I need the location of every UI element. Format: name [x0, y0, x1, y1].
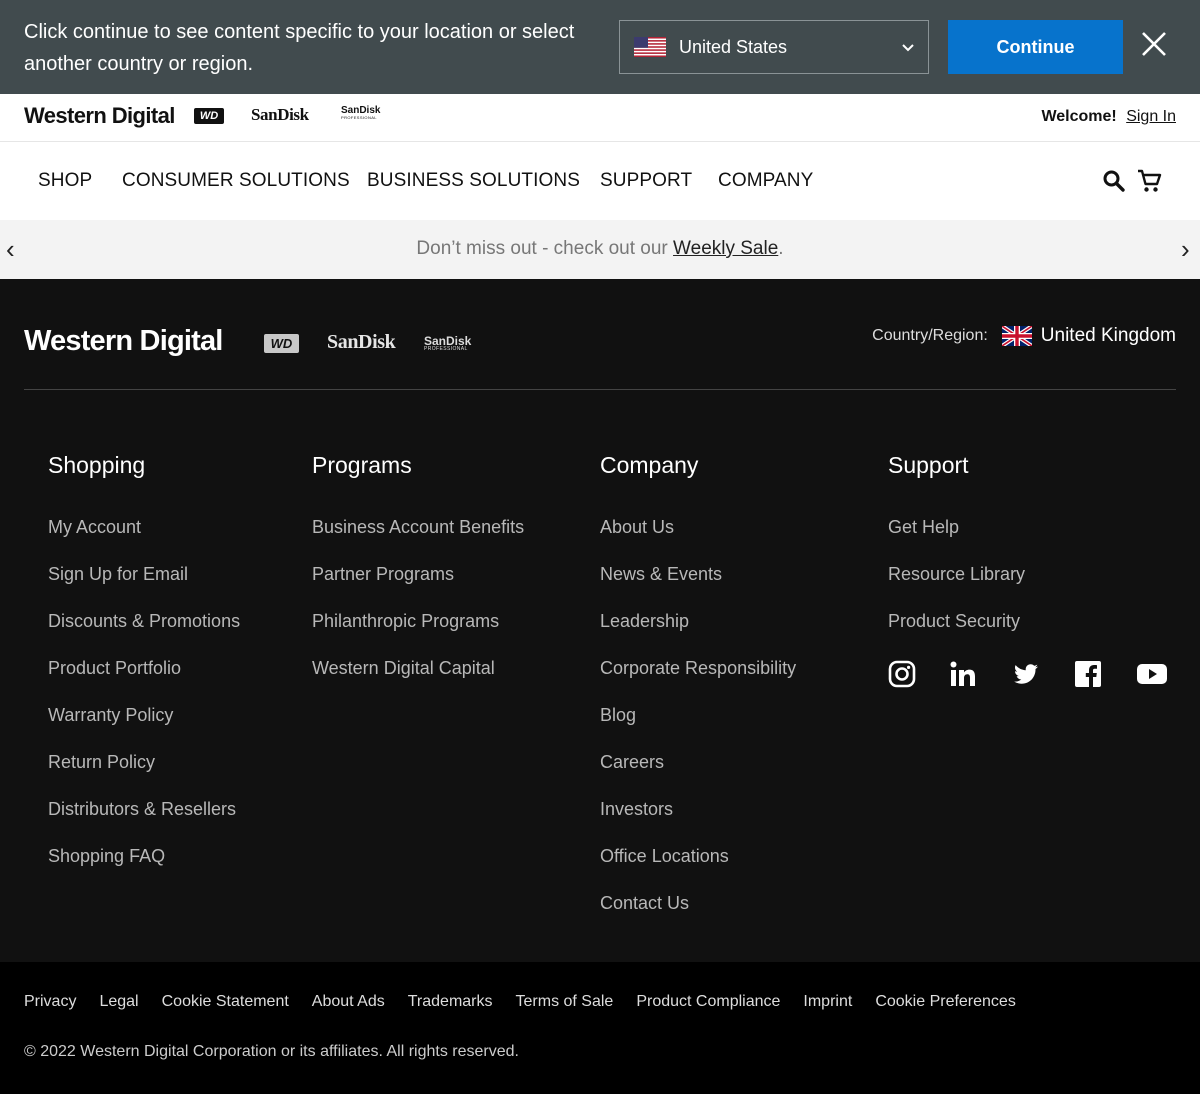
nav-consumer-solutions[interactable]: CONSUMER SOLUTIONS	[122, 170, 350, 192]
weekly-sale-link[interactable]: Weekly Sale	[673, 238, 778, 259]
region-value: United Kingdom	[1040, 325, 1176, 346]
footer-link[interactable]: Product Security	[888, 598, 1025, 645]
footer-link[interactable]: News & Events	[600, 551, 796, 598]
us-flag-icon	[634, 37, 666, 57]
legal-link-cookie-statement[interactable]: Cookie Statement	[162, 993, 289, 1011]
footer-wd-logo[interactable]: WD	[264, 334, 299, 353]
social-links	[888, 660, 1176, 692]
country-select-value: United States	[679, 36, 788, 57]
footer-link[interactable]: Return Policy	[48, 739, 240, 786]
nav-shop[interactable]: SHOP	[38, 170, 92, 192]
footer-sandisk-logo[interactable]: SanDisk	[327, 331, 396, 354]
legal-link-product-compliance[interactable]: Product Compliance	[636, 993, 780, 1011]
instagram-icon[interactable]	[888, 660, 916, 688]
footer-link[interactable]: Business Account Benefits	[312, 504, 524, 551]
brand-bar: Western Digital WD SanDisk SanDisk PROFE…	[0, 94, 1200, 142]
legal-link-legal[interactable]: Legal	[99, 993, 138, 1011]
promo-message: Don’t miss out - check out our Weekly Sa…	[0, 238, 1200, 260]
legal-link-terms-of-sale[interactable]: Terms of Sale	[516, 993, 614, 1011]
footer-link[interactable]: Leadership	[600, 598, 796, 645]
footer-column-programs: Programs Business Account Benefits Partn…	[312, 452, 524, 692]
wd-logo[interactable]: WD	[194, 108, 224, 124]
legal-links: Privacy Legal Cookie Statement About Ads…	[24, 993, 1039, 1011]
sign-in-link[interactable]: Sign In	[1126, 108, 1176, 125]
promo-prefix: Don’t miss out - check out our	[416, 238, 674, 259]
footer-link[interactable]: Get Help	[888, 504, 1025, 551]
facebook-icon[interactable]	[1074, 660, 1102, 688]
footer-link[interactable]: Investors	[600, 786, 796, 833]
nav-support[interactable]: SUPPORT	[600, 170, 692, 192]
copyright-text: © 2022 Western Digital Corporation or it…	[24, 1043, 519, 1060]
footer-link[interactable]: Sign Up for Email	[48, 551, 240, 598]
footer-link[interactable]: Office Locations	[600, 833, 796, 880]
uk-flag-icon	[1001, 326, 1032, 346]
main-nav: SHOP CONSUMER SOLUTIONS BUSINESS SOLUTIO…	[0, 142, 1200, 220]
footer-link[interactable]: Blog	[600, 692, 796, 739]
footer-link[interactable]: Shopping FAQ	[48, 833, 240, 880]
legal-link-cookie-preferences[interactable]: Cookie Preferences	[875, 993, 1016, 1011]
cart-icon[interactable]	[1136, 168, 1162, 194]
close-icon[interactable]	[1139, 29, 1169, 59]
footer-sandisk-professional-logo-sub: PROFESSIONAL	[424, 346, 468, 352]
footer-link[interactable]: Discounts & Promotions	[48, 598, 240, 645]
footer-column-title: Shopping	[48, 452, 146, 478]
footer-link[interactable]: Warranty Policy	[48, 692, 240, 739]
footer-column-title: Company	[600, 452, 699, 478]
footer-column-support: Support Get Help Resource Library Produc…	[888, 452, 1025, 645]
sandisk-professional-logo[interactable]: SanDisk PROFESSIONAL	[341, 106, 380, 120]
welcome-label: Welcome!	[1041, 108, 1117, 125]
nav-business-solutions[interactable]: BUSINESS SOLUTIONS	[367, 170, 580, 192]
promo-suffix: .	[778, 238, 784, 259]
twitter-icon[interactable]	[1012, 660, 1040, 688]
footer-link[interactable]: Product Portfolio	[48, 645, 240, 692]
welcome-area: Welcome! Sign In	[1041, 108, 1176, 126]
footer-column-title: Support	[888, 452, 969, 478]
footer-column-title: Programs	[312, 452, 412, 478]
footer-link[interactable]: About Us	[600, 504, 796, 551]
geo-message: Click continue to see content specific t…	[24, 21, 575, 75]
legal-link-privacy[interactable]: Privacy	[24, 993, 76, 1011]
promo-bar: ‹ Don’t miss out - check out our Weekly …	[0, 220, 1200, 279]
footer-link[interactable]: Careers	[600, 739, 796, 786]
footer-link[interactable]: Corporate Responsibility	[600, 645, 796, 692]
footer-column-company: Company About Us News & Events Leadershi…	[600, 452, 796, 927]
continue-button[interactable]: Continue	[948, 20, 1123, 74]
footer-link[interactable]: Contact Us	[600, 880, 796, 927]
chevron-down-icon	[902, 44, 914, 52]
footer-link[interactable]: Distributors & Resellers	[48, 786, 240, 833]
footer-western-digital-logo[interactable]: Western Digital	[24, 325, 223, 358]
linkedin-icon[interactable]	[949, 660, 977, 688]
legal-link-about-ads[interactable]: About Ads	[312, 993, 385, 1011]
sandisk-logo[interactable]: SanDisk	[251, 105, 309, 125]
western-digital-logo[interactable]: Western Digital	[24, 103, 175, 129]
geo-banner: Click continue to see content specific t…	[0, 0, 1200, 94]
legal-bar: Privacy Legal Cookie Statement About Ads…	[0, 962, 1200, 1094]
footer-column-shopping: Shopping My Account Sign Up for Email Di…	[48, 452, 240, 880]
region-label: Country/Region:	[872, 327, 988, 344]
footer-sandisk-professional-logo[interactable]: SanDisk PROFESSIONAL	[424, 335, 471, 352]
sandisk-professional-logo-sub: PROFESSIONAL	[341, 115, 377, 120]
search-icon[interactable]	[1101, 168, 1127, 194]
legal-link-imprint[interactable]: Imprint	[803, 993, 852, 1011]
youtube-icon[interactable]	[1136, 660, 1168, 688]
promo-next-arrow[interactable]: ›	[1181, 236, 1190, 262]
footer-link[interactable]: Philanthropic Programs	[312, 598, 524, 645]
country-select[interactable]: United States	[619, 20, 929, 74]
footer-link[interactable]: Partner Programs	[312, 551, 524, 598]
region-selector[interactable]: Country/Region: United Kingdom	[872, 325, 1176, 347]
legal-link-trademarks[interactable]: Trademarks	[408, 993, 493, 1011]
footer-link[interactable]: Resource Library	[888, 551, 1025, 598]
footer-link[interactable]: Western Digital Capital	[312, 645, 524, 692]
nav-company[interactable]: COMPANY	[718, 170, 813, 192]
footer-brand-row: Western Digital WD SanDisk SanDisk PROFE…	[24, 279, 1176, 390]
footer-link[interactable]: My Account	[48, 504, 240, 551]
